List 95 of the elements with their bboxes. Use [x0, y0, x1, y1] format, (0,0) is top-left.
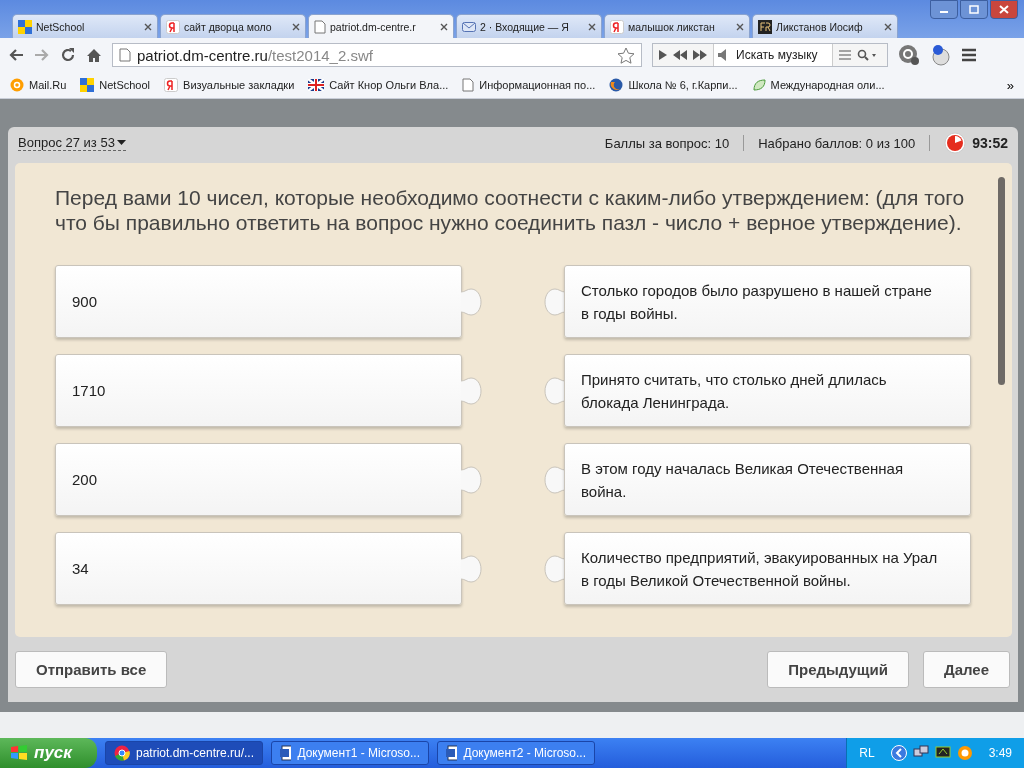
- close-icon[interactable]: [292, 22, 300, 31]
- timer-icon: [944, 132, 967, 154]
- leaf-icon: [751, 78, 766, 92]
- search-icon[interactable]: [857, 49, 877, 61]
- taskbar-button[interactable]: patriot.dm-centre.ru/...: [105, 741, 263, 765]
- bookmark-link[interactable]: Информационная по...: [479, 79, 596, 91]
- browser-logo-icon: [114, 745, 130, 761]
- play-icon[interactable]: [659, 50, 667, 60]
- page-icon: [119, 48, 131, 62]
- dark-square-icon: [758, 19, 772, 34]
- points-per-question: Баллы за вопрос: 10: [604, 135, 730, 151]
- flag-icon: [308, 79, 325, 91]
- globe-icon: [609, 78, 624, 92]
- close-icon: [999, 5, 1009, 14]
- bookmark-link[interactable]: Международная оли...: [770, 79, 885, 91]
- statement-card[interactable]: Принято считать, что столько дней длилась блокада Ленинграда.: [564, 354, 971, 427]
- number-card[interactable]: 200: [55, 443, 462, 516]
- puzzle-knob: [461, 287, 482, 316]
- puzzle-knob: [461, 376, 482, 405]
- taskbar-button[interactable]: Документ1 - Microso...: [271, 741, 429, 765]
- letter-mark-icon: [610, 19, 624, 34]
- close-button[interactable]: [990, 0, 1018, 19]
- home-icon[interactable]: [86, 47, 102, 63]
- question-dropdown[interactable]: Вопрос 27 из 53: [18, 135, 126, 151]
- puzzle-knob: [461, 554, 482, 583]
- close-icon[interactable]: [884, 22, 892, 31]
- puzzle-knob: [544, 465, 565, 494]
- squares-icon: [80, 78, 95, 92]
- windows-logo-icon: [10, 745, 28, 761]
- puzzle-knob: [544, 287, 565, 316]
- menu-icon[interactable]: [962, 48, 976, 62]
- close-icon[interactable]: [736, 22, 744, 31]
- browser-tab[interactable]: 2 · Входящие — Я: [456, 14, 602, 38]
- address-field[interactable]: patriot.dm-centre.ru/test2014_2.swf: [112, 43, 642, 67]
- close-icon[interactable]: [144, 22, 152, 31]
- envelope-icon: [462, 19, 476, 34]
- more-bookmarks-button[interactable]: »: [1006, 77, 1014, 93]
- fast-forward-icon[interactable]: [693, 50, 707, 60]
- tab-title: Ликстанов Иосиф: [776, 20, 864, 33]
- tab-title: 2 · Входящие — Я: [480, 20, 570, 33]
- question-text: Перед вами 10 чисел, которые необходимо соотнести с каким-либо утверждением: (для того что бы правильно ответить на вопрос нужно соединить пазл - число + верное утверждение).: [55, 185, 965, 235]
- browser-tab[interactable]: сайт дворца моло: [160, 14, 306, 38]
- maximize-button[interactable]: [960, 0, 988, 19]
- bookmark-link[interactable]: Сайт Кнор Ольги Вла...: [329, 79, 449, 91]
- star-icon[interactable]: [617, 46, 635, 64]
- minimize-button[interactable]: [930, 0, 958, 19]
- close-icon[interactable]: [588, 22, 596, 31]
- browser-tab[interactable]: Ликстанов Иосиф: [752, 14, 898, 38]
- puzzle-knob: [544, 554, 565, 583]
- submit-all-button[interactable]: Отправить все: [15, 651, 168, 688]
- monitor-icon[interactable]: [934, 745, 951, 761]
- ring-icon[interactable]: [956, 745, 973, 761]
- bookmark-link[interactable]: Mail.Ru: [29, 79, 67, 91]
- statement-card[interactable]: Количество предприятий, эвакуированных на Урал в годы Великой Отечественной войны.: [564, 532, 971, 605]
- letter-mark-icon: [166, 19, 180, 34]
- reload-icon[interactable]: [60, 47, 76, 63]
- page-icon: [462, 78, 475, 92]
- score-text: Набрано баллов: 0 из 100: [758, 135, 916, 151]
- statement-card[interactable]: Столько городов было разрушено в нашей стране в годы войны.: [564, 265, 971, 338]
- browser-tab[interactable]: NetSchool: [12, 14, 158, 38]
- url-text: patriot.dm-centre.ru/test2014_2.swf: [137, 46, 373, 64]
- puzzle-knob: [461, 465, 482, 494]
- tab-title: сайт дворца моло: [184, 20, 273, 33]
- timer-text: 93:52: [972, 135, 1008, 151]
- next-button[interactable]: Далее: [922, 651, 1010, 688]
- document-icon: [446, 745, 458, 761]
- clock: 3:49: [988, 746, 1012, 760]
- statement-card[interactable]: В этом году началась Великая Отечественная война.: [564, 443, 971, 516]
- document-icon: [280, 745, 292, 761]
- puzzle-knob: [544, 376, 565, 405]
- chevron-icon[interactable]: [890, 745, 907, 761]
- tab-title: patriot.dm-centre.r: [330, 20, 417, 33]
- music-search-field[interactable]: Искать музыку: [713, 44, 833, 66]
- notification-icon[interactable]: [930, 44, 952, 66]
- bookmark-link[interactable]: Школа № 6, г.Карпи...: [628, 79, 738, 91]
- page-icon: [314, 19, 326, 34]
- bookmark-link[interactable]: Визуальные закладки: [183, 79, 295, 91]
- squares-icon: [18, 19, 32, 34]
- rewind-icon[interactable]: [673, 50, 687, 60]
- previous-button[interactable]: Предыдущий: [767, 651, 909, 688]
- browser-tab[interactable]: малышок ликстан: [604, 14, 750, 38]
- caret-icon: [116, 139, 126, 146]
- number-card[interactable]: 900: [55, 265, 462, 338]
- scrollbar-thumb[interactable]: [997, 177, 1005, 385]
- number-card[interactable]: 1710: [55, 354, 462, 427]
- browser-tab[interactable]: patriot.dm-centre.r: [308, 14, 454, 38]
- maximize-icon: [969, 5, 979, 14]
- close-icon[interactable]: [440, 22, 448, 31]
- number-card[interactable]: 34: [55, 532, 462, 605]
- letter-mark-icon: [164, 78, 179, 92]
- tab-title: NetSchool: [36, 20, 86, 33]
- taskbar-button[interactable]: Документ2 - Microso...: [437, 741, 595, 765]
- tab-title: малышок ликстан: [628, 20, 716, 33]
- bookmark-link[interactable]: NetSchool: [99, 79, 151, 91]
- back-icon[interactable]: [8, 48, 24, 62]
